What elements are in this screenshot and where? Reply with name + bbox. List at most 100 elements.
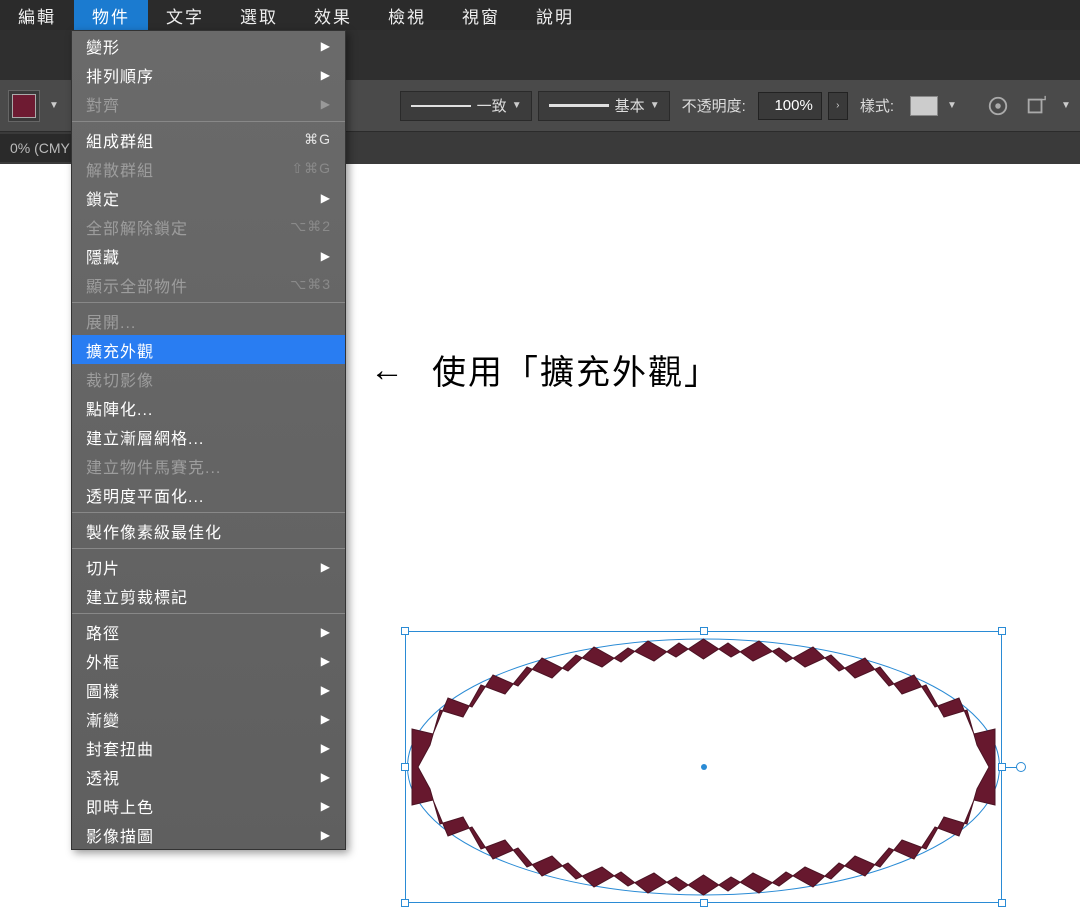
stroke-type-dropdown[interactable]: 基本 ▼ bbox=[538, 91, 670, 121]
submenu-arrow-icon: ▶ bbox=[321, 249, 331, 263]
menu-item-label: 外框 bbox=[86, 649, 321, 673]
menu-item[interactable]: 建立剪裁標記 bbox=[72, 581, 345, 610]
menu-item-label: 顯示全部物件 bbox=[86, 273, 290, 297]
stroke-type-preview-icon bbox=[549, 104, 609, 107]
selection-center-icon bbox=[701, 764, 707, 770]
menu-item: 全部解除鎖定⌥⌘2 bbox=[72, 212, 345, 241]
menu-type[interactable]: 文字 bbox=[148, 0, 222, 30]
top-menubar: 編輯 物件 文字 選取 效果 檢視 視窗 說明 bbox=[0, 0, 1080, 30]
menu-item[interactable]: 影像描圖▶ bbox=[72, 820, 345, 849]
stroke-profile-label: 一致 bbox=[477, 95, 507, 116]
document-setup-icon[interactable] bbox=[1020, 90, 1052, 122]
menu-item[interactable]: 擴充外觀 bbox=[72, 335, 345, 364]
fill-color-swatch[interactable] bbox=[8, 90, 40, 122]
menu-window[interactable]: 視窗 bbox=[444, 0, 518, 30]
menu-select[interactable]: 選取 bbox=[222, 0, 296, 30]
menu-item-label: 透視 bbox=[86, 765, 321, 789]
opacity-step-arrow[interactable]: › bbox=[828, 92, 848, 120]
menu-object[interactable]: 物件 bbox=[74, 0, 148, 30]
resize-handle-bc[interactable] bbox=[700, 899, 708, 907]
menu-item[interactable]: 製作像素級最佳化 bbox=[72, 516, 345, 545]
menu-item-label: 擴充外觀 bbox=[86, 338, 331, 362]
chevron-down-icon[interactable]: ▼ bbox=[1058, 94, 1074, 118]
stroke-preview-icon bbox=[411, 105, 471, 107]
menu-item[interactable]: 隱藏▶ bbox=[72, 241, 345, 270]
menu-item-label: 即時上色 bbox=[86, 794, 321, 818]
menu-item-label: 點陣化... bbox=[86, 396, 331, 420]
menu-item-shortcut: ⌥⌘3 bbox=[290, 276, 331, 293]
menu-item: 裁切影像 bbox=[72, 364, 345, 393]
menu-item[interactable]: 鎖定▶ bbox=[72, 183, 345, 212]
opacity-input[interactable] bbox=[758, 92, 822, 120]
menu-separator bbox=[72, 121, 345, 122]
submenu-arrow-icon: ▶ bbox=[321, 625, 331, 639]
fill-dropdown-chevron[interactable]: ▼ bbox=[46, 94, 62, 118]
arrow-left-icon: ← bbox=[370, 353, 406, 387]
selection-bounding-box[interactable] bbox=[405, 631, 1002, 903]
menu-item-label: 全部解除鎖定 bbox=[86, 215, 290, 239]
menu-item-label: 影像描圖 bbox=[86, 823, 321, 847]
menu-edit[interactable]: 編輯 bbox=[0, 0, 74, 30]
menu-item[interactable]: 建立漸層網格... bbox=[72, 422, 345, 451]
menu-item-label: 排列順序 bbox=[86, 63, 321, 87]
menu-item-label: 變形 bbox=[86, 34, 321, 58]
menu-item: 展開... bbox=[72, 306, 345, 335]
menu-item-label: 建立剪裁標記 bbox=[86, 584, 331, 608]
menu-view[interactable]: 檢視 bbox=[370, 0, 444, 30]
menu-item[interactable]: 切片▶ bbox=[72, 552, 345, 581]
graphic-style-swatch[interactable] bbox=[910, 96, 938, 116]
menu-item: 顯示全部物件⌥⌘3 bbox=[72, 270, 345, 299]
menu-item-shortcut: ⇧⌘G bbox=[291, 160, 331, 177]
menu-item[interactable]: 圖樣▶ bbox=[72, 675, 345, 704]
instruction-annotation: ← 使用「擴充外觀」 bbox=[370, 345, 720, 394]
chevron-down-icon[interactable]: ▼ bbox=[944, 94, 960, 118]
submenu-arrow-icon: ▶ bbox=[321, 683, 331, 697]
submenu-arrow-icon: ▶ bbox=[321, 560, 331, 574]
chevron-down-icon: ▼ bbox=[647, 94, 663, 118]
menu-item[interactable]: 變形▶ bbox=[72, 31, 345, 60]
stroke-profile-dropdown[interactable]: 一致 ▼ bbox=[400, 91, 532, 121]
submenu-arrow-icon: ▶ bbox=[321, 712, 331, 726]
menu-item: 解散群組⇧⌘G bbox=[72, 154, 345, 183]
menu-help[interactable]: 說明 bbox=[518, 0, 592, 30]
menu-item-label: 建立漸層網格... bbox=[86, 425, 331, 449]
submenu-arrow-icon: ▶ bbox=[321, 770, 331, 784]
menu-item[interactable]: 透明度平面化... bbox=[72, 480, 345, 509]
recolor-artwork-icon[interactable] bbox=[982, 90, 1014, 122]
object-menu-dropdown: 變形▶排列順序▶對齊▶組成群組⌘G解散群組⇧⌘G鎖定▶全部解除鎖定⌥⌘2隱藏▶顯… bbox=[71, 30, 346, 850]
menu-item-label: 透明度平面化... bbox=[86, 483, 331, 507]
menu-item[interactable]: 路徑▶ bbox=[72, 617, 345, 646]
menu-item-label: 製作像素級最佳化 bbox=[86, 519, 331, 543]
resize-handle-tl[interactable] bbox=[401, 627, 409, 635]
menu-effect[interactable]: 效果 bbox=[296, 0, 370, 30]
chevron-down-icon: ▼ bbox=[509, 94, 525, 118]
menu-item-label: 對齊 bbox=[86, 92, 321, 116]
menu-item[interactable]: 即時上色▶ bbox=[72, 791, 345, 820]
resize-handle-ml[interactable] bbox=[401, 763, 409, 771]
menu-item[interactable]: 透視▶ bbox=[72, 762, 345, 791]
menu-item-shortcut: ⌥⌘2 bbox=[290, 218, 331, 235]
menu-item[interactable]: 封套扭曲▶ bbox=[72, 733, 345, 762]
menu-item-label: 鎖定 bbox=[86, 186, 321, 210]
menu-separator bbox=[72, 302, 345, 303]
menu-item[interactable]: 點陣化... bbox=[72, 393, 345, 422]
menu-item[interactable]: 漸變▶ bbox=[72, 704, 345, 733]
submenu-arrow-icon: ▶ bbox=[321, 654, 331, 668]
stroke-type-label: 基本 bbox=[615, 95, 645, 116]
menu-item[interactable]: 組成群組⌘G bbox=[72, 125, 345, 154]
resize-handle-tc[interactable] bbox=[700, 627, 708, 635]
resize-handle-bl[interactable] bbox=[401, 899, 409, 907]
menu-item-label: 組成群組 bbox=[86, 128, 304, 152]
submenu-arrow-icon: ▶ bbox=[321, 97, 331, 111]
rotate-handle[interactable] bbox=[1016, 762, 1026, 772]
resize-handle-tr[interactable] bbox=[998, 627, 1006, 635]
style-label: 樣式: bbox=[860, 95, 894, 116]
resize-handle-mr[interactable] bbox=[998, 763, 1006, 771]
menu-item[interactable]: 外框▶ bbox=[72, 646, 345, 675]
resize-handle-br[interactable] bbox=[998, 899, 1006, 907]
menu-item-label: 路徑 bbox=[86, 620, 321, 644]
menu-item[interactable]: 排列順序▶ bbox=[72, 60, 345, 89]
document-tab-partial[interactable]: 0% (CMY bbox=[0, 134, 80, 162]
menu-separator bbox=[72, 613, 345, 614]
submenu-arrow-icon: ▶ bbox=[321, 191, 331, 205]
